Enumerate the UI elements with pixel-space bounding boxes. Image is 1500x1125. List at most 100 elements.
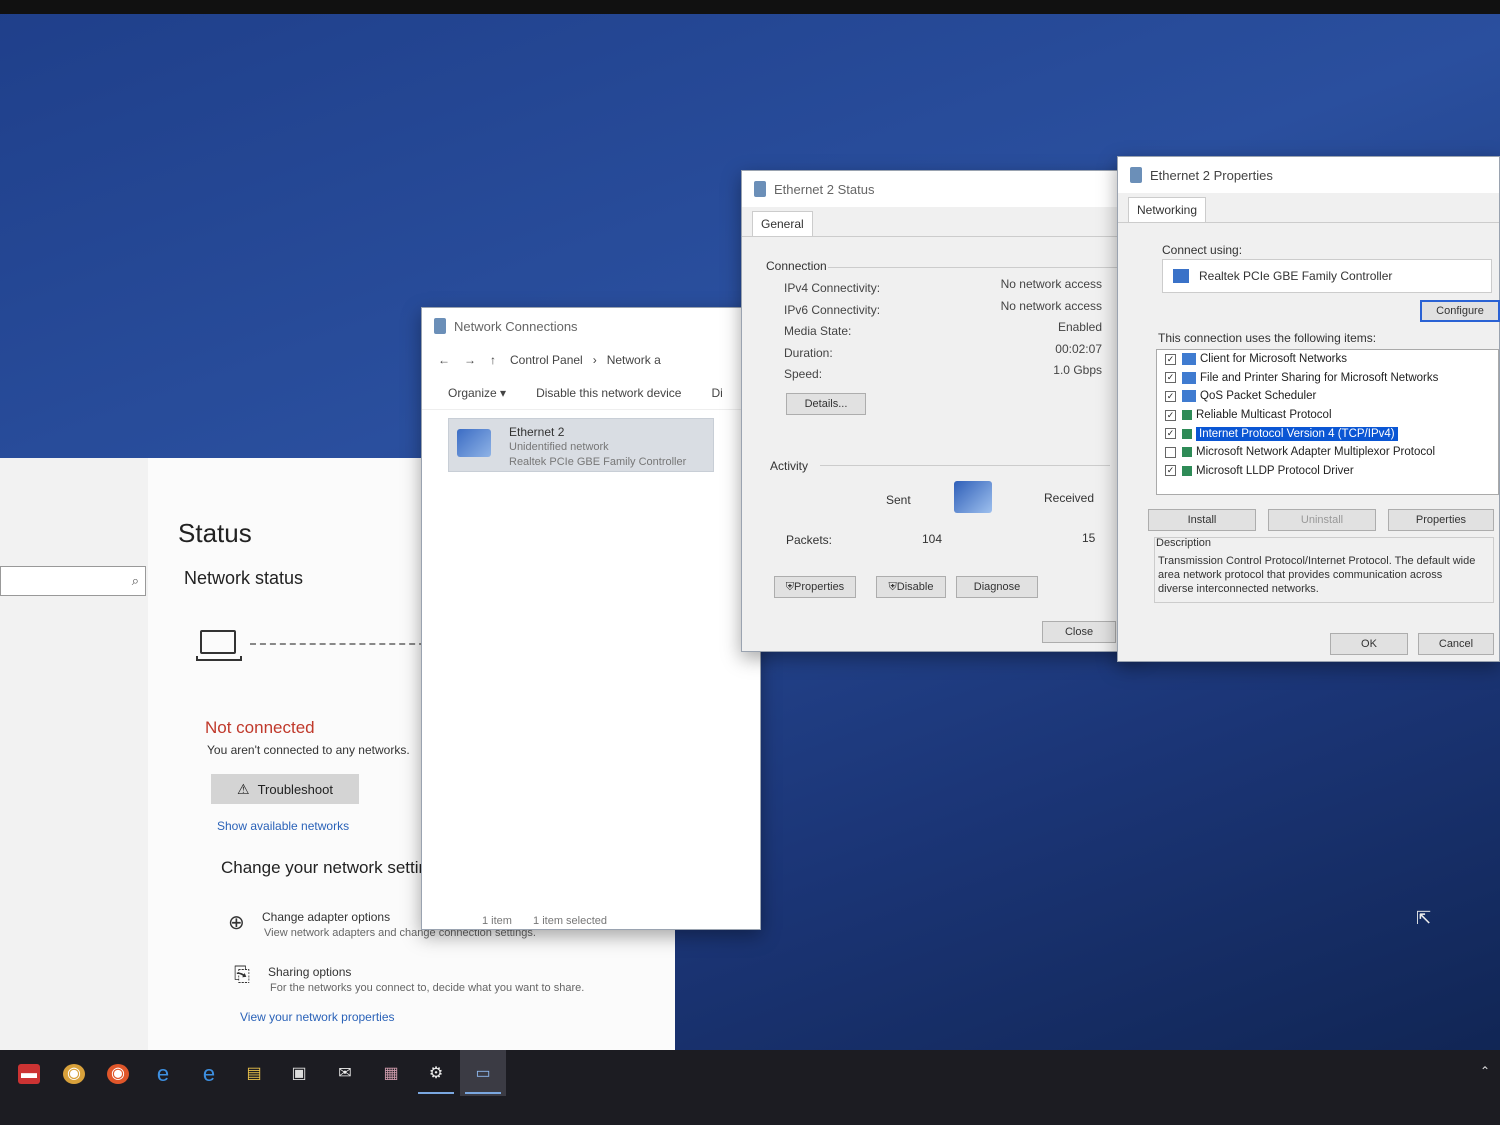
app-icon[interactable]: ▦ <box>380 1064 402 1084</box>
adapter-status: Unidentified network <box>509 441 609 453</box>
app-red-icon[interactable]: ▬ <box>18 1064 40 1084</box>
troubleshoot-button[interactable]: ⚠ Troubleshoot <box>211 774 359 804</box>
protocol-icon <box>1182 428 1192 439</box>
firefox-icon[interactable]: ◉ <box>107 1064 129 1084</box>
details-button[interactable]: Details... <box>786 393 866 415</box>
page-title: Status <box>178 518 252 548</box>
running-indicator <box>465 1092 501 1094</box>
speed-label: Speed: <box>784 367 823 381</box>
item-checkbox[interactable]: ✓ <box>1165 409 1176 421</box>
diagnose-button[interactable]: Di <box>711 386 722 400</box>
list-item[interactable]: ✓ Reliable Multicast Protocol <box>1157 406 1498 425</box>
store-icon[interactable]: ▣ <box>288 1064 310 1084</box>
mail-icon[interactable]: ✉ <box>334 1064 356 1084</box>
shield-icon: ⛨ <box>888 580 897 593</box>
item-checkbox[interactable]: ✓ <box>1165 353 1176 365</box>
close-button[interactable]: Close <box>1042 621 1116 643</box>
shield-icon: ⛨ <box>785 580 795 593</box>
edge-icon[interactable]: e <box>198 1063 220 1085</box>
taskbar: ▬ ◉ ◉ e e ▤ ▣ ✉ ▦ ⚙ ▭ ⌃ <box>0 1050 1500 1125</box>
item-label: Reliable Multicast Protocol <box>1196 409 1332 422</box>
diagnose-button[interactable]: Diagnose <box>956 576 1038 598</box>
network-activity-icon <box>954 481 992 513</box>
packets-received-value: 15 <box>1082 531 1096 545</box>
activity-group-label: Activity <box>770 459 809 473</box>
top-band <box>0 0 1500 14</box>
list-item[interactable]: ✓ Microsoft LLDP Protocol Driver <box>1157 462 1498 481</box>
install-button[interactable]: Install <box>1148 509 1256 531</box>
forward-icon[interactable]: → <box>464 353 476 367</box>
connection-group-label: Connection <box>766 259 827 273</box>
disable-device-button[interactable]: Disable this network device <box>536 386 681 400</box>
list-item[interactable]: ✓ QoS Packet Scheduler <box>1157 387 1498 406</box>
tab-networking[interactable]: Networking <box>1128 197 1207 222</box>
sharing-options-link[interactable]: Sharing options <box>268 965 351 979</box>
selected-count: 1 item selected <box>533 915 608 927</box>
item-checkbox[interactable]: ✓ <box>1165 390 1176 402</box>
media-state-label: Media State: <box>784 324 852 338</box>
sharing-icon: ⎘ <box>234 964 250 986</box>
packets-sent-value: 104 <box>922 532 943 546</box>
configure-button[interactable]: Configure <box>1420 300 1500 322</box>
status-bar: 1 item 1 item selected <box>482 915 625 927</box>
change-adapter-options-link[interactable]: Change adapter options <box>262 910 390 924</box>
mouse-cursor-icon: ⇱ <box>1416 908 1432 928</box>
title-bar: Ethernet 2 Status <box>742 171 1142 207</box>
settings-left-pane <box>0 458 148 1050</box>
list-item[interactable]: Microsoft Network Adapter Multiplexor Pr… <box>1157 443 1498 462</box>
tab-strip: Networking <box>1118 193 1499 223</box>
network-connections-window: Network Connections ← → ↑ Control Panel … <box>421 307 761 930</box>
organize-menu[interactable]: Organize ▾ <box>448 386 506 400</box>
running-indicator <box>418 1092 454 1094</box>
file-explorer-icon[interactable]: ▤ <box>243 1064 265 1084</box>
show-networks-link[interactable]: Show available networks <box>217 819 349 833</box>
item-checkbox[interactable]: ✓ <box>1165 372 1176 384</box>
disable-button[interactable]: ⛨ Disable <box>876 576 946 598</box>
tab-strip: General <box>742 207 1142 237</box>
search-icon: ⌕ <box>131 573 139 588</box>
sharing-options-desc: For the networks you connect to, decide … <box>270 982 585 994</box>
breadcrumb-network[interactable]: Network a <box>607 353 661 367</box>
window-title: Network Connections <box>454 318 578 334</box>
item-checkbox[interactable]: ✓ <box>1165 428 1176 440</box>
up-icon[interactable]: ↑ <box>490 353 496 367</box>
ipv6-value: No network access <box>1000 299 1102 313</box>
items-list[interactable]: ✓ Client for Microsoft Networks ✓ File and… <box>1156 349 1499 495</box>
settings-icon[interactable]: ⚙ <box>425 1064 447 1084</box>
client-icon <box>1182 353 1196 366</box>
ethernet-icon <box>1130 167 1142 183</box>
view-network-properties-link[interactable]: View your network properties <box>240 1010 395 1024</box>
disconnected-line <box>250 643 445 645</box>
tray-chevron-icon[interactable]: ⌃ <box>1480 1064 1490 1078</box>
item-checkbox[interactable] <box>1165 446 1176 458</box>
uninstall-button[interactable]: Uninstall <box>1268 509 1376 531</box>
network-adapter-icon <box>1173 269 1189 283</box>
item-properties-button[interactable]: Properties <box>1388 509 1494 531</box>
connection-state: Not connected <box>205 718 315 737</box>
breadcrumb-control-panel[interactable]: Control Panel <box>510 353 583 367</box>
network-window-icon[interactable]: ▭ <box>472 1064 494 1084</box>
chrome-icon[interactable]: ◉ <box>63 1064 85 1084</box>
items-label: This connection uses the following items… <box>1158 331 1377 345</box>
group-divider <box>820 465 1110 466</box>
item-checkbox[interactable]: ✓ <box>1165 465 1176 477</box>
ie-icon[interactable]: e <box>152 1063 174 1085</box>
warning-icon: ⚠ <box>237 780 250 797</box>
settings-search-input[interactable]: ⌕ <box>0 566 146 596</box>
ok-button[interactable]: OK <box>1330 633 1408 655</box>
dialog-title: Ethernet 2 Status <box>774 181 875 197</box>
ipv6-label: IPv6 Connectivity: <box>784 303 881 317</box>
section-heading: Network status <box>184 568 304 588</box>
item-label: Microsoft LLDP Protocol Driver <box>1196 464 1354 477</box>
connect-using-label: Connect using: <box>1162 243 1243 257</box>
adapter-ethernet-2[interactable]: Ethernet 2 Unidentified network Realtek … <box>448 418 714 472</box>
back-icon[interactable]: ← <box>438 353 450 367</box>
properties-button[interactable]: ⛨ Properties <box>774 576 856 598</box>
sharing-icon <box>1182 371 1196 384</box>
list-item[interactable]: ✓ File and Printer Sharing for Microsoft … <box>1157 369 1498 388</box>
list-item-selected[interactable]: ✓ Internet Protocol Version 4 (TCP/IPv4) <box>1157 424 1498 443</box>
list-item[interactable]: ✓ Client for Microsoft Networks <box>1157 350 1498 369</box>
cancel-button[interactable]: Cancel <box>1418 633 1494 655</box>
tab-general[interactable]: General <box>752 211 813 236</box>
ipv4-label: IPv4 Connectivity: <box>784 281 881 295</box>
